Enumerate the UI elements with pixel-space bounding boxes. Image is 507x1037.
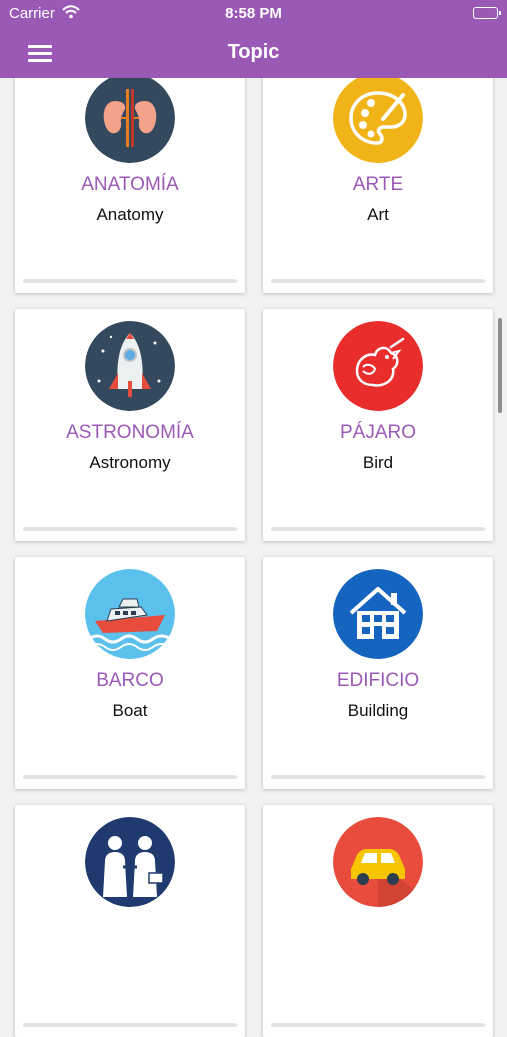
topic-title: EDIFICIO: [336, 670, 420, 691]
boat-icon: [85, 569, 175, 659]
topic-progress-bar: [23, 1023, 237, 1027]
car-icon: [333, 817, 423, 907]
topic-subtitle: Art: [367, 205, 389, 224]
topic-title: ANATOMÍA: [81, 174, 179, 195]
topic-progress-bar: [271, 279, 485, 283]
topic-subtitle: Boat: [112, 701, 148, 720]
topic-card-astronomy[interactable]: ASTRONOMÍA Astronomy: [15, 309, 245, 541]
topic-card-building[interactable]: EDIFICIO Building: [263, 557, 493, 789]
business-handshake-icon: [85, 817, 175, 907]
topic-subtitle: Astronomy: [89, 453, 171, 472]
topic-progress-bar: [271, 1023, 485, 1027]
topic-title: PÁJARO: [339, 422, 417, 443]
topic-card-business[interactable]: [15, 805, 245, 1037]
topic-card-car[interactable]: [263, 805, 493, 1037]
topic-progress-bar: [271, 527, 485, 531]
topic-card-boat[interactable]: BARCO Boat: [15, 557, 245, 789]
status-bar: Carrier 8:58 PM: [0, 0, 507, 28]
topic-subtitle: Building: [347, 701, 409, 720]
kidneys-icon: [85, 73, 175, 163]
topic-card-bird[interactable]: PÁJARO Bird: [263, 309, 493, 541]
page-title: Topic: [227, 41, 280, 63]
rocket-icon: [85, 321, 175, 411]
topic-grid: ANATOMÍA Anatomy ARTE Art ASTRONOMÍA Ast…: [0, 0, 507, 1037]
topic-title: ARTE: [352, 174, 404, 195]
topic-subtitle: Bird: [362, 453, 394, 472]
bird-icon: [333, 321, 423, 411]
topic-card-art[interactable]: ARTE Art: [263, 61, 493, 293]
status-time: 8:58 PM: [225, 5, 282, 22]
topic-title: BARCO: [96, 670, 164, 691]
palette-icon: [333, 73, 423, 163]
battery-icon: [473, 7, 501, 19]
topic-title: ASTRONOMÍA: [66, 422, 194, 443]
topic-progress-bar: [23, 527, 237, 531]
topic-subtitle: Anatomy: [96, 205, 164, 224]
topic-progress-bar: [23, 279, 237, 283]
vertical-scrollbar[interactable]: [498, 318, 502, 413]
topic-card-anatomy[interactable]: ANATOMÍA Anatomy: [15, 61, 245, 293]
house-icon: [333, 569, 423, 659]
topic-progress-bar: [23, 775, 237, 779]
topic-progress-bar: [271, 775, 485, 779]
navigation-bar: Topic: [0, 28, 507, 78]
